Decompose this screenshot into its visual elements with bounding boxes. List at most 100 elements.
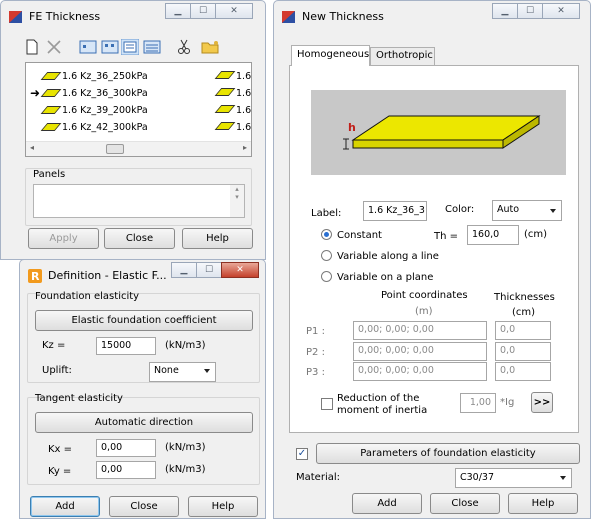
list-item[interactable]: ➜ 1.6 Kz_36_300kPa 1.6 xyxy=(30,86,252,100)
elastic-foundation-coefficient-button[interactable]: Elastic foundation coefficient xyxy=(35,310,253,331)
scroll-right-icon[interactable]: ▸ xyxy=(243,143,247,152)
chevron-down-icon xyxy=(560,476,566,480)
reduction-label-line2: moment of inertia xyxy=(337,405,428,416)
p2-coordinates-input[interactable]: 0,00; 0,00; 0,00 xyxy=(353,342,487,361)
foundation-checkbox[interactable]: ✓ xyxy=(296,448,308,460)
uplift-select[interactable]: None xyxy=(149,362,216,382)
thickness-plate-icon xyxy=(214,104,236,113)
p3-thickness-input[interactable]: 0,0 xyxy=(495,362,551,381)
automatic-direction-button[interactable]: Automatic direction xyxy=(35,412,253,433)
scroll-left-icon[interactable]: ◂ xyxy=(30,143,34,152)
tab-label: Orthotropic xyxy=(376,50,433,61)
tab-homogeneous[interactable]: Homogeneous xyxy=(291,45,370,66)
thickness-plate-icon xyxy=(40,123,62,131)
th-unit: (cm) xyxy=(524,229,548,240)
maximize-icon[interactable]: ☐ xyxy=(190,3,216,19)
delete-icon[interactable] xyxy=(45,39,63,55)
app-logo-icon xyxy=(282,11,295,23)
definition-titlebar[interactable]: R Definition - Elastic F... ▁ ☐ ✕ xyxy=(20,260,265,290)
svg-text:R: R xyxy=(31,270,40,283)
apply-button[interactable]: Apply xyxy=(28,228,99,249)
fe-thickness-titlebar[interactable]: FE Thickness ▁ ☐ ✕ xyxy=(1,1,265,31)
maximize-icon[interactable]: ☐ xyxy=(517,3,543,19)
color-select-value: Auto xyxy=(497,204,520,215)
maximize-icon[interactable]: ☐ xyxy=(196,262,222,278)
list-item-label: 1.6 Kz_36_300kPa xyxy=(62,87,148,99)
variable-line-radio[interactable] xyxy=(321,250,332,261)
close-icon[interactable]: ✕ xyxy=(221,262,259,278)
help-button[interactable]: Help xyxy=(188,496,258,517)
more-button[interactable]: >> xyxy=(531,392,553,413)
definition-window: R Definition - Elastic F... ▁ ☐ ✕ Founda… xyxy=(19,259,266,519)
scroll-thumb[interactable] xyxy=(106,144,124,154)
tab-label: Homogeneous xyxy=(297,49,370,60)
label-input[interactable]: 1.6 Kz_36_3 xyxy=(363,201,427,221)
uplift-label: Uplift: xyxy=(42,365,72,376)
p2-thickness-input[interactable]: 0,0 xyxy=(495,342,551,361)
close-button[interactable]: Close xyxy=(430,493,500,514)
help-button[interactable]: Help xyxy=(508,493,578,514)
th-label: Th = xyxy=(434,231,459,242)
material-select[interactable]: C30/37 xyxy=(455,468,572,488)
cut-icon[interactable] xyxy=(175,39,193,55)
vertical-scrollbar[interactable]: ▴ ▾ xyxy=(230,185,244,217)
new-thickness-window: New Thickness ▁ ☐ ✕ Homogeneous Orthotro… xyxy=(273,0,591,519)
large-icons-icon[interactable] xyxy=(121,39,139,55)
close-button[interactable]: Close xyxy=(109,496,179,517)
thickness-preview: h xyxy=(311,90,566,175)
ky-input[interactable]: 0,00 xyxy=(96,461,156,479)
minimize-icon[interactable]: ▁ xyxy=(492,3,518,19)
new-thickness-titlebar[interactable]: New Thickness ▁ ☐ ✕ xyxy=(274,1,590,31)
color-select[interactable]: Auto xyxy=(492,200,562,221)
list-item[interactable]: 1.6 Kz_36_250kPa 1.6 xyxy=(30,69,251,83)
help-button[interactable]: Help xyxy=(182,228,253,249)
list-item[interactable]: 1.6 Kz_39_200kPa 1.6 xyxy=(30,103,251,117)
list-item-label-2: 1.6 xyxy=(236,87,252,99)
kz-label: Kz = xyxy=(42,340,66,351)
close-icon[interactable]: ✕ xyxy=(542,3,580,19)
reduction-checkbox[interactable] xyxy=(321,398,333,410)
new-icon[interactable] xyxy=(23,39,41,55)
kx-input[interactable]: 0,00 xyxy=(96,439,156,457)
foundation-elasticity-header: Foundation elasticity xyxy=(35,291,140,302)
h-dimension-label: h xyxy=(348,121,356,134)
tab-orthotropic[interactable]: Orthotropic xyxy=(370,47,435,65)
minimize-icon[interactable]: ▁ xyxy=(171,262,197,278)
folder-icon[interactable] xyxy=(201,39,219,55)
minimize-icon[interactable]: ▁ xyxy=(165,3,191,19)
add-button[interactable]: Add xyxy=(30,496,100,517)
reduction-unit: *Ig xyxy=(500,397,515,408)
kz-input[interactable]: 15000 xyxy=(96,337,156,355)
p1-coordinates-input[interactable]: 0,00; 0,00; 0,00 xyxy=(353,321,487,340)
horizontal-scrollbar[interactable]: ◂ ▸ xyxy=(26,141,251,156)
small-icons-icon[interactable] xyxy=(79,39,97,55)
chevron-down-icon xyxy=(204,369,210,373)
constant-label: Constant xyxy=(337,230,382,241)
panels-input[interactable]: ▴ ▾ xyxy=(33,184,245,218)
close-icon[interactable]: ✕ xyxy=(215,3,253,19)
list-item-label: 1.6 Kz_42_300kPa xyxy=(62,121,148,133)
list-item-label: 1.6 Kz_39_200kPa xyxy=(62,104,148,116)
thicknesses-header: Thicknesses xyxy=(494,292,555,303)
ky-label: Ky = xyxy=(48,466,72,477)
details-icon[interactable] xyxy=(143,39,161,55)
app-logo-icon xyxy=(9,11,22,23)
add-button[interactable]: Add xyxy=(352,493,422,514)
th-input[interactable]: 160,0 xyxy=(467,225,519,245)
list-item[interactable]: 1.6 Kz_42_300kPa 1.6 xyxy=(30,120,251,134)
constant-radio[interactable] xyxy=(321,229,332,240)
p3-coordinates-input[interactable]: 0,00; 0,00; 0,00 xyxy=(353,362,487,381)
foundation-elasticity-button[interactable]: Parameters of foundation elasticity xyxy=(316,443,580,464)
thickness-list[interactable]: 1.6 Kz_36_250kPa 1.6 ➜ 1.6 Kz_36_300kPa … xyxy=(25,62,252,157)
list-icon[interactable] xyxy=(101,39,119,55)
p1-thickness-input[interactable]: 0,0 xyxy=(495,321,551,340)
variable-plane-radio[interactable] xyxy=(321,271,332,282)
window-title: FE Thickness xyxy=(29,10,101,23)
material-select-value: C30/37 xyxy=(460,472,495,483)
reduction-label-line1: Reduction of the xyxy=(337,393,420,404)
reduction-input[interactable]: 1,00 xyxy=(460,393,496,413)
p2-label: P2 : xyxy=(306,347,325,358)
kx-unit: (kN/m3) xyxy=(165,442,206,453)
close-button[interactable]: Close xyxy=(104,228,175,249)
variable-plane-label: Variable on a plane xyxy=(337,272,434,283)
